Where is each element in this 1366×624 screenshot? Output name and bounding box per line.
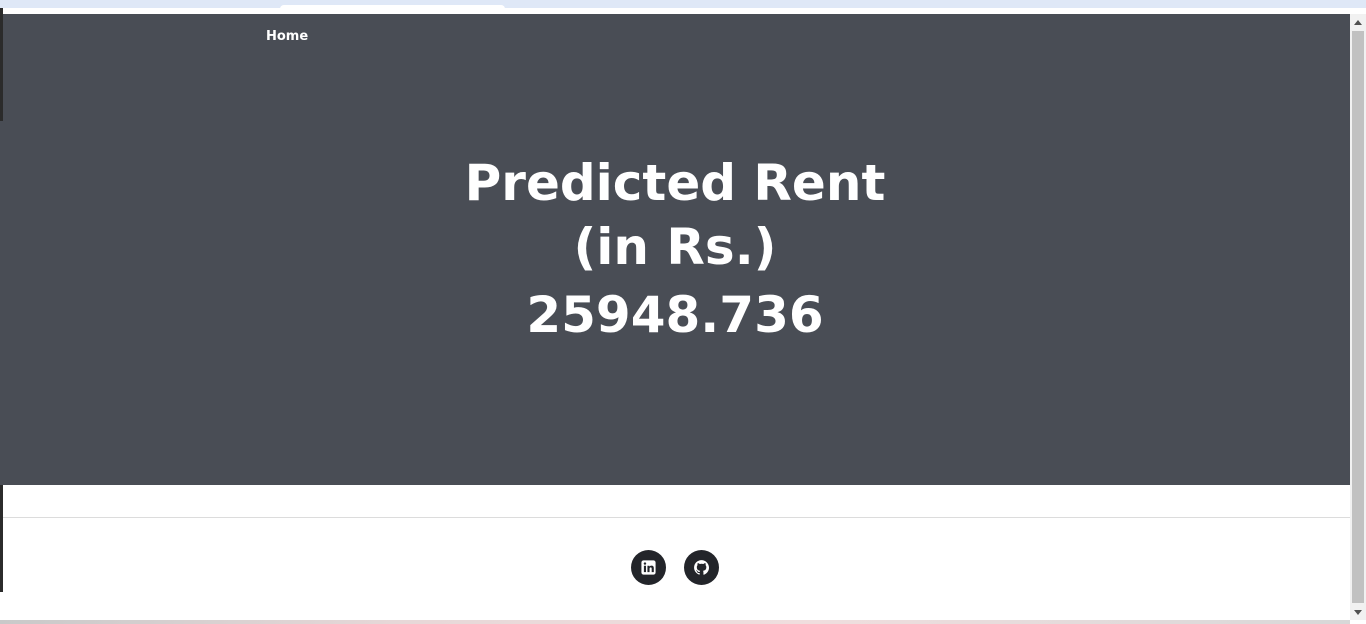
taskbar-strip <box>0 620 1350 624</box>
page-viewport: Home Predicted Rent (in Rs.) 25948.736 <box>0 8 1350 592</box>
linkedin-icon <box>641 560 656 575</box>
predicted-rent-value: 25948.736 <box>526 286 824 344</box>
browser-tab-strip <box>0 0 1366 9</box>
nav-home-link[interactable]: Home <box>266 29 308 44</box>
social-links <box>0 550 1350 585</box>
scroll-down-arrow-icon[interactable] <box>1350 604 1366 620</box>
title-line-1: Predicted Rent <box>464 154 886 212</box>
github-icon <box>694 560 710 575</box>
hero-section: Predicted Rent (in Rs.) 25948.736 <box>0 121 1350 485</box>
navbar: Home <box>3 14 1350 121</box>
scrollbar-thumb[interactable] <box>1352 31 1364 603</box>
footer-divider <box>3 517 1350 518</box>
title-line-2: (in Rs.) <box>573 218 777 276</box>
scroll-up-arrow-icon[interactable] <box>1350 14 1366 30</box>
vertical-scrollbar[interactable] <box>1350 14 1366 620</box>
linkedin-button[interactable] <box>631 550 666 585</box>
github-button[interactable] <box>684 550 719 585</box>
page-title: Predicted Rent (in Rs.) <box>0 151 1350 279</box>
